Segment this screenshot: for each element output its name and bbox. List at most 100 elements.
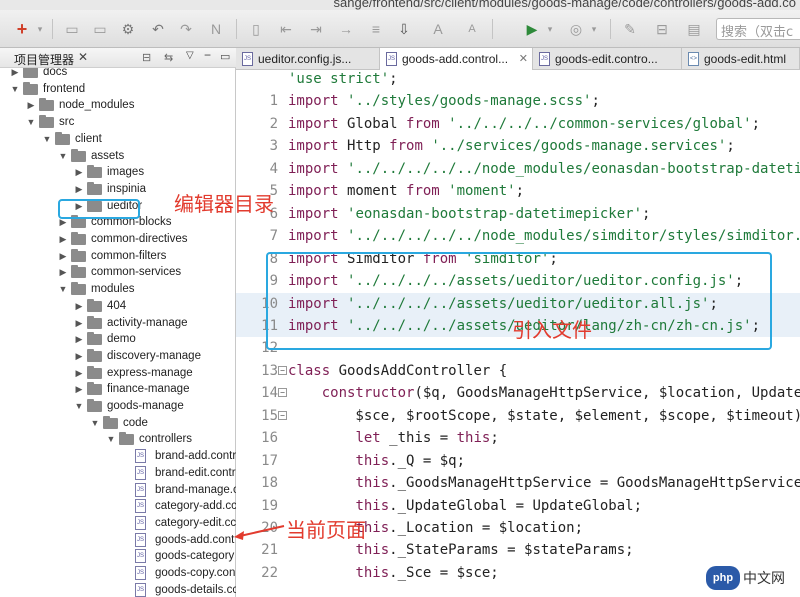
tree-folder-item[interactable]: ▼ goods-manage — [0, 398, 236, 414]
code-line[interactable]: 15− $sce, $rootScope, $state, $element, … — [236, 405, 800, 428]
collapsed-arrow-icon[interactable]: ▶ — [74, 365, 84, 381]
collapsed-arrow-icon[interactable]: ▶ — [26, 97, 36, 113]
tree-folder-item[interactable]: ▼ client — [0, 131, 236, 147]
tree-folder-item[interactable]: ▶ common-directives — [0, 231, 236, 247]
collapsed-arrow-icon[interactable]: ▶ — [74, 298, 84, 314]
tree-folder-item[interactable]: ▶ images — [0, 164, 236, 180]
minimize-icon[interactable]: − — [204, 48, 211, 62]
collapsed-arrow-icon[interactable]: ▶ — [10, 68, 20, 80]
tree-file-item[interactable]: JS goods-copy.con — [0, 565, 236, 581]
tab-goods-edit-controller[interactable]: JS goods-edit.contro... — [533, 48, 682, 70]
tree-folder-item[interactable]: ▶ finance-manage — [0, 381, 236, 397]
expanded-arrow-icon[interactable]: ▼ — [58, 148, 68, 164]
expanded-arrow-icon[interactable]: ▼ — [26, 114, 36, 130]
tab-ueditor-config[interactable]: JS ueditor.config.js... — [236, 48, 380, 70]
code-line[interactable]: 18 this._GoodsManageHttpService = GoodsM… — [236, 472, 800, 495]
collapsed-arrow-icon[interactable]: ▶ — [74, 164, 84, 180]
fold-icon[interactable]: − — [278, 365, 287, 375]
tree-file-item[interactable]: JS category-edit.cc — [0, 515, 236, 531]
collapsed-arrow-icon[interactable]: ▶ — [58, 231, 68, 247]
collapsed-arrow-icon[interactable]: ▶ — [74, 331, 84, 347]
tree-folder-item[interactable]: ▶ node_modules — [0, 97, 236, 113]
redo-icon[interactable]: ↷ — [176, 19, 196, 39]
step-icon[interactable]: → — [336, 19, 356, 39]
tree-folder-item[interactable]: ▼ src — [0, 114, 236, 130]
tree-folder-item[interactable]: ▶ discovery-manage — [0, 348, 236, 364]
fold-icon[interactable]: − — [278, 410, 287, 420]
search-input[interactable]: 搜索（双击c — [716, 18, 800, 40]
tree-file-item[interactable]: JS brand-add.contr — [0, 448, 236, 464]
tree-folder-item[interactable]: ▼ assets — [0, 148, 236, 164]
format-icon[interactable]: N — [206, 19, 226, 39]
code-line[interactable]: 4 import '../../../../../node_modules/eon… — [236, 158, 800, 181]
expanded-arrow-icon[interactable]: ▼ — [58, 281, 68, 297]
tree-file-item[interactable]: JS brand-edit.contr — [0, 465, 236, 481]
save-icon[interactable]: ▭ — [62, 19, 82, 39]
tree-folder-item[interactable]: ▶ demo — [0, 331, 236, 347]
tree-file-item[interactable]: JS category-add.cc — [0, 498, 236, 514]
build-icon[interactable]: ⚙ — [118, 19, 138, 39]
code-line[interactable]: 14− constructor($q, GoodsManageHttpServi… — [236, 382, 800, 405]
code-line[interactable]: 13− class GoodsAddController { — [236, 360, 800, 383]
tree-folder-item[interactable]: ▶ 404 — [0, 298, 236, 314]
tree-file-item[interactable]: JS goods-details.cc — [0, 582, 236, 597]
layout-icon[interactable]: ⊟ — [652, 19, 672, 39]
font-bigger-icon[interactable]: A — [428, 19, 448, 39]
tree-folder-item[interactable]: ▶ activity-manage — [0, 315, 236, 331]
save-all-icon[interactable]: ▭ — [90, 19, 110, 39]
new-icon[interactable]: + — [12, 19, 32, 39]
tab-goods-edit-html[interactable]: <> goods-edit.html — [682, 48, 800, 70]
fold-icon[interactable]: − — [278, 388, 287, 398]
panel-icon[interactable]: ▤ — [684, 19, 704, 39]
preview-icon[interactable]: ◎ — [566, 19, 586, 39]
expanded-arrow-icon[interactable]: ▼ — [10, 81, 20, 97]
collapsed-arrow-icon[interactable]: ▶ — [74, 381, 84, 397]
undo-icon[interactable]: ↶ — [148, 19, 168, 39]
code-line[interactable]: 6 import 'eonasdan-bootstrap-datetimepick… — [236, 203, 800, 226]
prev-bookmark-icon[interactable]: ⇤ — [276, 19, 296, 39]
collapsed-arrow-icon[interactable]: ▶ — [74, 315, 84, 331]
next-bookmark-icon[interactable]: ⇥ — [306, 19, 326, 39]
tree-file-item[interactable]: JS goods-add.cont — [0, 532, 236, 548]
code-line[interactable]: 1 import '../styles/goods-manage.scss'; — [236, 90, 800, 113]
close-icon[interactable]: ✕ — [78, 50, 88, 64]
collapsed-arrow-icon[interactable]: ▶ — [58, 264, 68, 280]
collapsed-arrow-icon[interactable]: ▶ — [74, 181, 84, 197]
code-line[interactable]: 2 import Global from '../../../../common-… — [236, 113, 800, 136]
collapse-all-icon[interactable]: ⊟ — [142, 51, 151, 64]
tree-folder-item[interactable]: ▼ frontend — [0, 81, 236, 97]
tree-folder-item[interactable]: ▶ common-services — [0, 264, 236, 280]
settings-icon[interactable]: ✎ — [620, 19, 640, 39]
code-line[interactable]: 3 import Http from '../services/goods-man… — [236, 135, 800, 158]
expanded-arrow-icon[interactable]: ▼ — [42, 131, 52, 147]
tab-goods-add-controller[interactable]: JS goods-add.control... ✕ — [380, 48, 533, 70]
tree-file-item[interactable]: JS brand-manage.c — [0, 482, 236, 498]
collapsed-arrow-icon[interactable]: ▶ — [74, 348, 84, 364]
tree-folder-item[interactable]: ▼ code — [0, 415, 236, 431]
tree-folder-item[interactable]: ▶ common-filters — [0, 248, 236, 264]
collapsed-arrow-icon[interactable]: ▶ — [58, 248, 68, 264]
expanded-arrow-icon[interactable]: ▼ — [106, 431, 116, 447]
tree-folder-item[interactable]: ▶ express-manage — [0, 365, 236, 381]
preview-dropdown-icon[interactable]: ▾ — [584, 19, 604, 39]
view-menu-icon[interactable]: ▽ — [186, 50, 194, 61]
tree-file-item[interactable]: JS goods-category — [0, 548, 236, 564]
code-line[interactable]: 'use strict'; — [236, 70, 800, 91]
expanded-arrow-icon[interactable]: ▼ — [74, 398, 84, 414]
code-line[interactable]: 17 this._Q = $q; — [236, 450, 800, 473]
run-icon[interactable]: ▶ — [522, 19, 542, 39]
font-smaller-icon[interactable]: A — [462, 19, 482, 39]
maximize-icon[interactable]: ▭ — [220, 50, 230, 63]
code-line[interactable]: 7 import '../../../../../node_modules/sim… — [236, 225, 800, 248]
tree-folder-item[interactable]: ▼ modules — [0, 281, 236, 297]
code-line[interactable]: 5 import moment from 'moment'; — [236, 180, 800, 203]
list-icon[interactable]: ≡ — [366, 19, 386, 39]
close-tab-icon[interactable]: ✕ — [519, 48, 528, 70]
run-dropdown-icon[interactable]: ▾ — [540, 19, 560, 39]
bookmark-icon[interactable]: ▯ — [246, 19, 266, 39]
code-line[interactable]: 16 let _this = this; — [236, 427, 800, 450]
expanded-arrow-icon[interactable]: ▼ — [90, 415, 100, 431]
link-editor-icon[interactable]: ⇆ — [164, 51, 173, 64]
tree-folder-item[interactable]: ▶ docs — [0, 68, 236, 80]
new-dropdown-icon[interactable]: ▾ — [30, 19, 50, 39]
